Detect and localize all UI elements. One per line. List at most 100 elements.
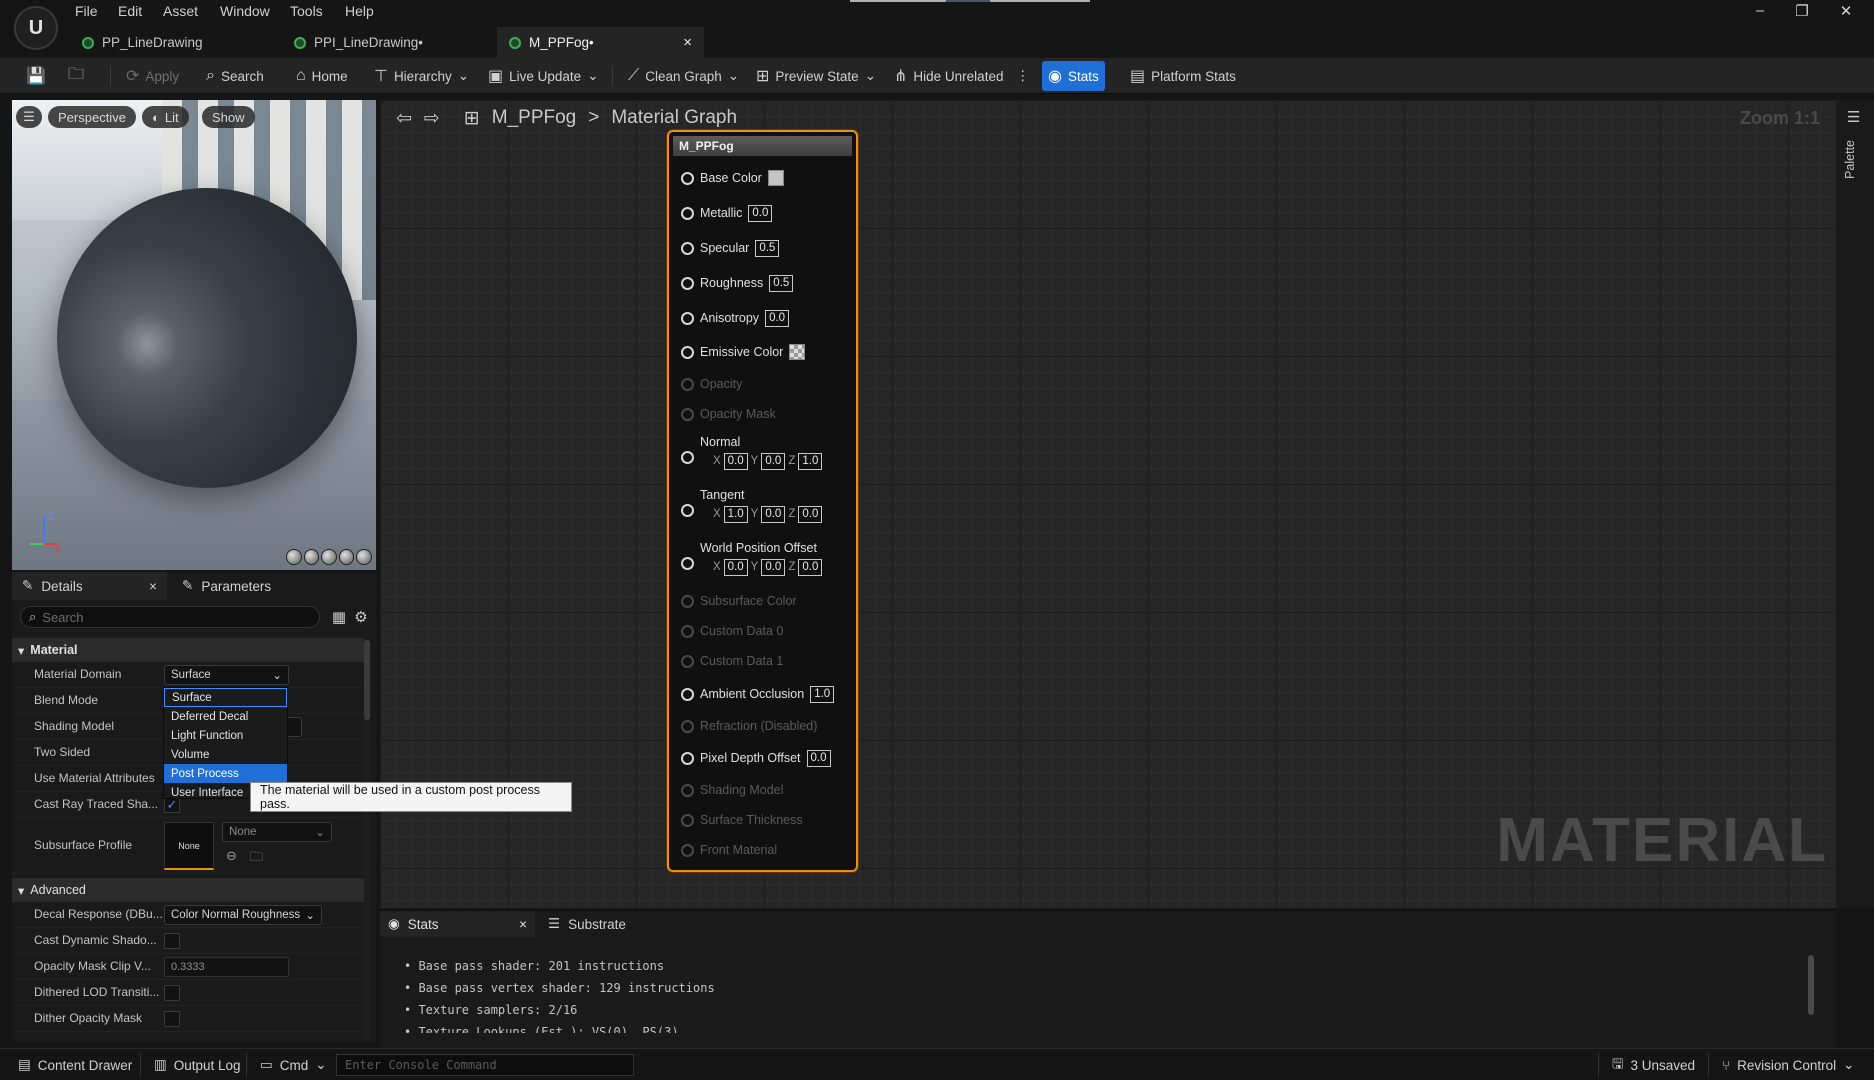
tab-m-ppfog[interactable]: M_PPFog• × — [497, 27, 704, 58]
pin-icon[interactable] — [681, 171, 694, 185]
pin-icon[interactable] — [681, 503, 694, 517]
vector-y[interactable]: 0.0 — [761, 558, 786, 576]
unreal-logo-icon[interactable]: U — [14, 6, 58, 50]
hide-unrelated-button[interactable]: ⋔ Hide Unrelated — [888, 61, 1009, 91]
more-options-button[interactable]: ⋮ — [1010, 61, 1036, 91]
stats-scrollbar[interactable] — [1808, 955, 1814, 1015]
pin-icon[interactable] — [681, 276, 694, 290]
cube-mesh-icon[interactable] — [338, 549, 355, 565]
menu-help[interactable]: Help — [345, 3, 374, 23]
home-button[interactable]: ⌂ Home — [290, 61, 354, 91]
color-swatch[interactable] — [767, 170, 784, 186]
vector-y[interactable]: 0.0 — [761, 505, 786, 523]
pin-icon[interactable] — [681, 345, 694, 359]
decal-response-select[interactable]: Color Normal Roughness ⌄ — [164, 905, 322, 925]
minimize-button[interactable]: – — [1742, 2, 1778, 22]
restore-button[interactable]: ❐ — [1784, 2, 1820, 22]
vector-x[interactable]: 1.0 — [723, 505, 748, 523]
browse-button[interactable]: 🗀 — [62, 61, 90, 91]
search-button[interactable]: ⌕ Search — [200, 61, 270, 91]
forward-arrow-icon[interactable]: ⇨ — [424, 107, 440, 130]
pin-value[interactable]: 0.0 — [765, 309, 790, 327]
output-log-button[interactable]: ▥ Output Log — [146, 1053, 249, 1077]
palette-tab[interactable]: Palette — [1843, 140, 1857, 179]
dither-opacity-checkbox[interactable] — [164, 1011, 180, 1027]
domain-option-light-function[interactable]: Light Function — [164, 726, 287, 745]
opacity-mask-clip-field[interactable]: 0.3333 — [164, 957, 289, 977]
tab-details[interactable]: ✎ Details × — [12, 572, 167, 600]
menu-tools[interactable]: Tools — [290, 3, 323, 23]
vector-x[interactable]: 0.0 — [723, 558, 748, 576]
domain-option-post-process[interactable]: Post Process — [164, 764, 287, 783]
tab-pp-linedrawing[interactable]: PP_LineDrawing — [70, 27, 275, 58]
vector-z[interactable]: 0.0 — [798, 505, 823, 523]
palette-menu-icon[interactable]: ☰ — [1847, 108, 1860, 126]
sphere-mesh-icon[interactable] — [303, 549, 320, 565]
menu-asset[interactable]: Asset — [163, 3, 198, 23]
vector-y[interactable]: 0.0 — [761, 452, 786, 470]
pin-icon[interactable] — [681, 687, 694, 701]
vector-x[interactable]: 0.0 — [723, 452, 748, 470]
show-button[interactable]: Show — [202, 106, 255, 128]
domain-option-volume[interactable]: Volume — [164, 745, 287, 764]
details-scrollbar[interactable] — [364, 640, 370, 720]
domain-option-surface[interactable]: Surface — [164, 688, 287, 707]
pin-icon[interactable] — [681, 241, 694, 255]
menu-file[interactable]: File — [75, 3, 98, 23]
material-output-node[interactable]: M_PPFog Base Color Metallic 0.0 Specular 0… — [667, 130, 858, 872]
viewport-menu-button[interactable]: ☰ — [16, 106, 42, 128]
pin-icon[interactable] — [681, 556, 694, 570]
category-advanced[interactable]: ▾ Advanced — [12, 878, 364, 902]
hierarchy-button[interactable]: ⊤ Hierarchy ⌄ — [368, 61, 475, 91]
clean-graph-button[interactable]: ⟋ Clean Graph ⌄ — [622, 61, 745, 91]
gear-icon[interactable]: ⚙ — [352, 608, 370, 626]
cmd-button[interactable]: ▭ Cmd ⌄ — [252, 1053, 335, 1077]
reset-icon[interactable]: ⊖ — [226, 848, 237, 864]
color-swatch[interactable] — [789, 344, 806, 360]
revision-control-button[interactable]: ⑂ Revision Control ⌄ — [1714, 1053, 1862, 1077]
pin-value[interactable]: 0.0 — [748, 204, 773, 222]
pin-base-color[interactable]: Base Color — [681, 168, 784, 188]
pin-metallic[interactable]: Metallic 0.0 — [681, 203, 773, 223]
custom-mesh-icon[interactable] — [356, 549, 372, 565]
category-material[interactable]: ▾ Material — [12, 638, 364, 662]
preview-viewport[interactable]: ☰ Perspective ◐ Lit Show Z X — [12, 100, 376, 570]
back-arrow-icon[interactable]: ⇦ — [396, 107, 412, 130]
perspective-button[interactable]: Perspective — [48, 106, 136, 128]
table-view-icon[interactable]: ▦ — [330, 608, 348, 626]
details-search-input[interactable] — [42, 609, 293, 625]
save-button[interactable]: 💾 — [20, 61, 52, 91]
vector-z[interactable]: 0.0 — [798, 558, 823, 576]
vector-z[interactable]: 1.0 — [798, 452, 823, 470]
pin-value[interactable]: 1.0 — [810, 685, 835, 703]
close-window-button[interactable]: ✕ — [1828, 2, 1864, 22]
platform-stats-button[interactable]: ▤ Platform Stats — [1124, 61, 1242, 91]
pin-ambient-occlusion[interactable]: Ambient Occlusion 1.0 — [681, 684, 835, 704]
plane-mesh-icon[interactable] — [321, 549, 337, 565]
console-input[interactable]: Enter Console Command — [336, 1054, 634, 1076]
live-update-button[interactable]: ▣ Live Update ⌄ — [482, 61, 605, 91]
breadcrumb-root[interactable]: M_PPFog — [492, 107, 576, 129]
dithered-lod-checkbox[interactable] — [164, 985, 180, 1001]
apply-button[interactable]: ⟳ Apply — [120, 61, 185, 91]
pin-value[interactable]: 0.0 — [806, 749, 831, 767]
tab-stats[interactable]: ◉ Stats × — [380, 911, 535, 937]
unsaved-button[interactable]: 🖫 3 Unsaved — [1604, 1053, 1703, 1077]
menu-edit[interactable]: Edit — [118, 3, 142, 23]
pin-anisotropy[interactable]: Anisotropy 0.0 — [681, 308, 790, 328]
preview-state-button[interactable]: ⊞ Preview State ⌄ — [750, 61, 882, 91]
pin-icon[interactable] — [681, 206, 694, 220]
material-domain-select[interactable]: Surface ⌄ — [164, 665, 289, 685]
pin-icon[interactable] — [681, 751, 694, 765]
cylinder-mesh-icon[interactable] — [286, 549, 302, 565]
close-icon[interactable]: × — [519, 917, 527, 932]
tab-ppi-linedrawing[interactable]: PPI_LineDrawing• — [282, 27, 492, 58]
subsurface-profile-select[interactable]: None ⌄ — [222, 822, 332, 842]
domain-option-deferred-decal[interactable]: Deferred Decal — [164, 707, 287, 726]
pin-icon[interactable] — [681, 311, 694, 325]
pin-icon[interactable] — [681, 450, 694, 464]
pin-specular[interactable]: Specular 0.5 — [681, 238, 780, 258]
tab-substrate[interactable]: ☰ Substrate — [548, 911, 626, 937]
stats-button[interactable]: ◉ Stats — [1042, 61, 1105, 91]
cast-dynamic-checkbox[interactable] — [164, 933, 180, 949]
